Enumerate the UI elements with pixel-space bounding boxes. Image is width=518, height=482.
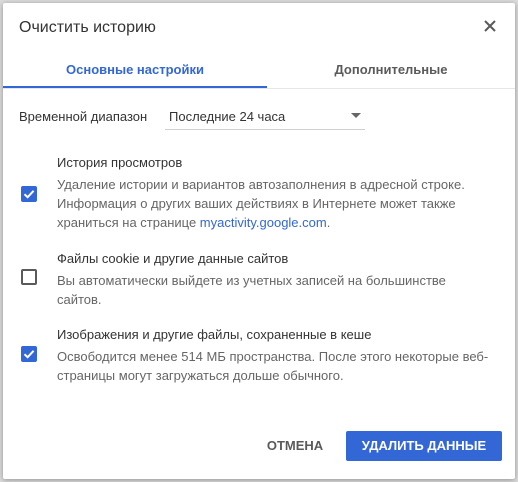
dialog-title: Очистить историю bbox=[19, 19, 156, 36]
cookies-checkbox[interactable] bbox=[21, 269, 37, 285]
time-range-value: Последние 24 часа bbox=[169, 109, 286, 124]
browsing-history-description: Удаление истории и вариантов автозаполне… bbox=[57, 175, 489, 232]
cookies-title: Файлы cookie и другие данные сайтов bbox=[57, 251, 289, 266]
cancel-button[interactable]: Отмена bbox=[255, 431, 335, 461]
myactivity-link[interactable]: myactivity.google.com bbox=[200, 215, 327, 230]
browsing-history-checkbox[interactable] bbox=[21, 186, 37, 202]
clear-history-dialog: Очистить историю Основные настройки Допо… bbox=[3, 3, 515, 479]
close-icon[interactable] bbox=[481, 17, 499, 35]
cached-images-title: Изображения и другие файлы, сохраненные … bbox=[57, 327, 372, 342]
browsing-history-description-end: . bbox=[326, 215, 331, 230]
chevron-down-icon bbox=[351, 113, 361, 118]
browsing-history-title: История просмотров bbox=[57, 155, 183, 170]
tab-bar: Основные настройки Дополнительные bbox=[3, 53, 515, 89]
time-range-label: Временной диапазон bbox=[19, 109, 148, 124]
cookies-description: Вы автоматически выйдете из учетных запи… bbox=[57, 273, 446, 307]
time-range-select[interactable]: Последние 24 часа bbox=[165, 103, 365, 130]
tab-basic-settings[interactable]: Основные настройки bbox=[3, 53, 267, 88]
clear-data-button[interactable]: Удалить данные bbox=[346, 431, 502, 461]
cached-images-description: Освободится менее 514 МБ пространства. П… bbox=[57, 349, 489, 383]
cached-images-checkbox[interactable] bbox=[21, 346, 37, 362]
tab-advanced-settings[interactable]: Дополнительные bbox=[267, 53, 515, 86]
